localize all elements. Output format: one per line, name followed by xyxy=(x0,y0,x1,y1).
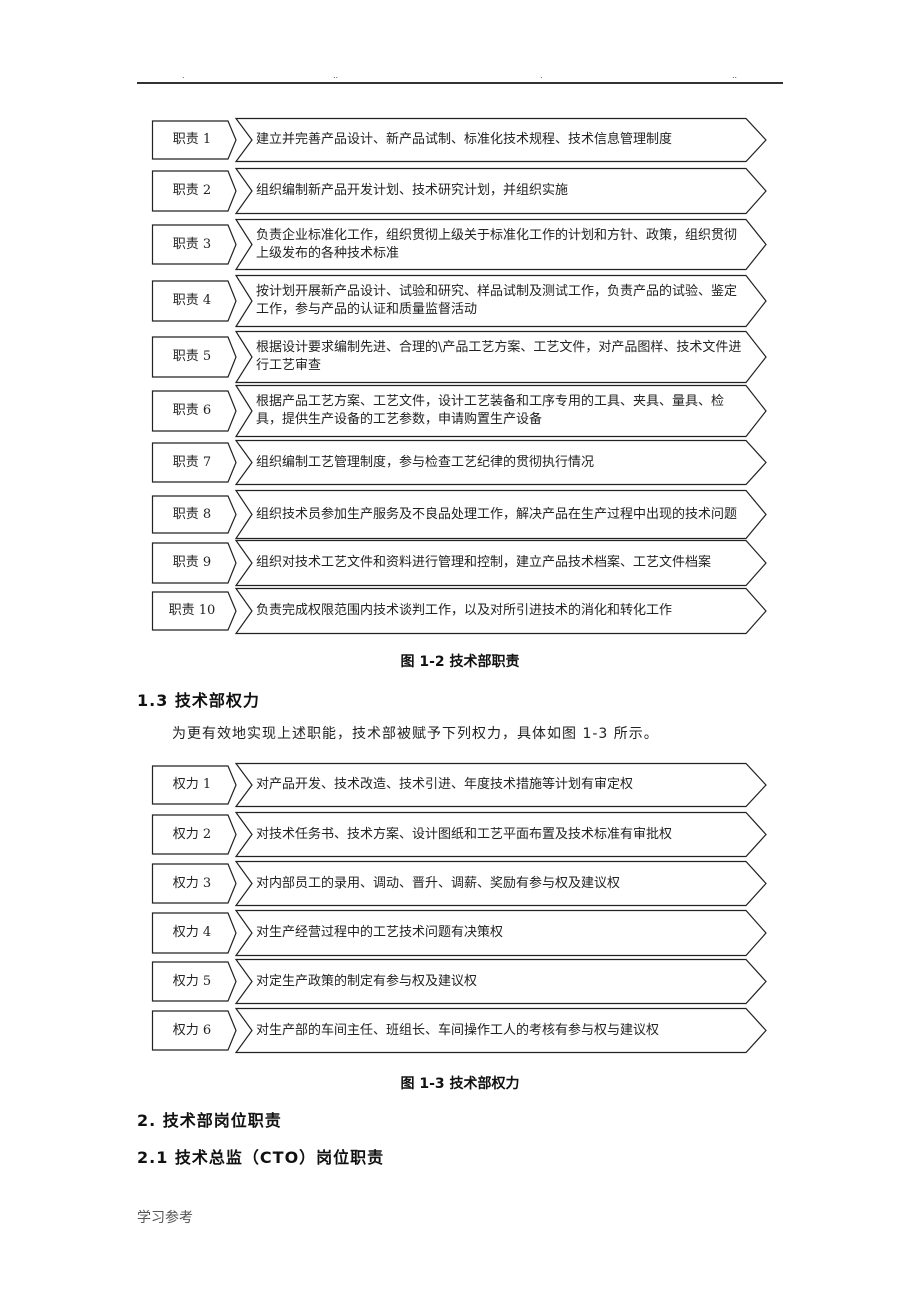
flow-row-label: 职责 4 xyxy=(172,293,212,308)
flow-row-text: 对产品开发、技术改造、技术引进、年度技术措施等计划有审定权 xyxy=(256,777,634,792)
flow-row: 权力 4 对生产经营过程中的工艺技术问题有决策权 xyxy=(151,909,768,957)
flow-row-text: 组织对技术工艺文件和资料进行管理和控制，建立产品技术档案、工艺文件档案 xyxy=(256,555,712,570)
flow-row-text: 负责企业标准化工作，组织贯彻上级关于标准化工作的计划和方针、政策，组织贯彻上级发… xyxy=(256,227,738,261)
flow-row: 职责 10 负责完成权限范围内技术谈判工作，以及对所引进技术的消化和转化工作 xyxy=(151,587,768,635)
flow-row-text: 根据产品工艺方案、工艺文件，设计工艺装备和工序专用的工具、夹具、量具、检具，提供… xyxy=(256,394,725,427)
flow-row-label: 职责 5 xyxy=(172,349,212,364)
flow-row-label: 职责 1 xyxy=(172,132,212,147)
section-2-heading: 2. 技术部岗位职责 xyxy=(137,1111,282,1130)
flow-row: 职责 5 根据设计要求编制先进、合理的\产品工艺方案、工艺文件，对产品图样、技术文… xyxy=(151,330,768,384)
flow-row: 职责 9 组织对技术工艺文件和资料进行管理和控制，建立产品技术档案、工艺文件档案 xyxy=(151,539,768,587)
section-2-1-heading: 2.1 技术总监（CTO）岗位职责 xyxy=(137,1148,385,1167)
header-dot: . xyxy=(540,71,543,80)
flow-row-text: 对生产部的车间主任、班组长、车间操作工人的考核有参与权与建议权 xyxy=(256,1022,660,1038)
flow-row-label: 职责 7 xyxy=(172,455,212,470)
figure-1-3-caption: 图 1-3 技术部权力 xyxy=(400,1076,520,1092)
header-dot: .. xyxy=(333,71,339,80)
flow-row-text: 按计划开展新产品设计、试验和研究、样品试制及测试工作，负责产品的试验、鉴定工作，… xyxy=(256,284,738,317)
flow-row-label: 职责 8 xyxy=(172,507,212,522)
flow-row-label: 权力 1 xyxy=(172,777,212,792)
flow-row: 职责 4 按计划开展新产品设计、试验和研究、样品试制及测试工作，负责产品的试验、鉴… xyxy=(151,274,768,328)
section-1-3-heading: 1.3 技术部权力 xyxy=(137,691,260,710)
flow-row-text: 对技术任务书、技术方案、设计图纸和工艺平面布置及技术标准有审批权 xyxy=(256,826,673,842)
flow-row: 职责 6 根据产品工艺方案、工艺文件，设计工艺装备和工序专用的工具、夹具、量具、检… xyxy=(151,384,768,438)
flow-row-label: 权力 2 xyxy=(172,827,212,842)
flow-row: 职责 8 组织技术员参加生产服务及不良品处理工作，解决产品在生产过程中出现的技术问… xyxy=(151,489,768,540)
footer-text: 学习参考 xyxy=(137,1210,193,1226)
flow-row-text: 组织编制工艺管理制度，参与检查工艺纪律的贯彻执行情况 xyxy=(256,454,595,470)
flow-row-label: 职责 9 xyxy=(172,555,212,570)
flow-row-label: 职责 10 xyxy=(168,603,216,618)
flow-row: 权力 1 对产品开发、技术改造、技术引进、年度技术措施等计划有审定权 xyxy=(151,762,768,808)
flow-row-text: 负责完成权限范围内技术谈判工作，以及对所引进技术的消化和转化工作 xyxy=(256,603,673,618)
flow-row: 权力 2 对技术任务书、技术方案、设计图纸和工艺平面布置及技术标准有审批权 xyxy=(151,811,768,858)
flow-row: 权力 3 对内部员工的录用、调动、晋升、调薪、奖励有参与权及建议权 xyxy=(151,860,768,907)
flow-row-label: 职责 2 xyxy=(172,183,212,198)
flow-row-text: 对生产经营过程中的工艺技术问题有决策权 xyxy=(256,925,504,940)
flow-row: 职责 1 建立并完善产品设计、新产品试制、标准化技术规程、技术信息管理制度 xyxy=(151,117,768,163)
flow-row-text: 组织编制新产品开发计划、技术研究计划，并组织实施 xyxy=(256,183,569,198)
flow-row-label: 职责 3 xyxy=(172,237,212,252)
header-dot: .. xyxy=(732,71,738,80)
flow-row-label: 权力 6 xyxy=(172,1023,212,1038)
flow-row-text: 对内部员工的录用、调动、晋升、调薪、奖励有参与权及建议权 xyxy=(256,875,621,891)
figure-1-2-caption: 图 1-2 技术部职责 xyxy=(400,654,520,670)
flow-row-label: 职责 6 xyxy=(172,403,212,418)
header-dot: . xyxy=(182,71,185,80)
flow-row: 权力 5 对定生产政策的制定有参与权及建议权 xyxy=(151,958,768,1005)
flow-row-label: 权力 4 xyxy=(172,925,212,940)
section-1-3-intro: 为更有效地实现上述职能，技术部被赋予下列权力，具体如图 1-3 所示。 xyxy=(172,726,659,742)
flow-row-label: 权力 3 xyxy=(172,876,212,891)
flow-row: 职责 7 组织编制工艺管理制度，参与检查工艺纪律的贯彻执行情况 xyxy=(151,439,768,486)
flow-row: 权力 6 对生产部的车间主任、班组长、车间操作工人的考核有参与权与建议权 xyxy=(151,1007,768,1054)
flow-row: 职责 2 组织编制新产品开发计划、技术研究计划，并组织实施 xyxy=(151,167,768,215)
flow-row-text: 对定生产政策的制定有参与权及建议权 xyxy=(256,973,478,989)
flow-row-text: 根据设计要求编制先进、合理的\产品工艺方案、工艺文件，对产品图样、技术文件进行工… xyxy=(256,340,742,373)
flow-row-text: 建立并完善产品设计、新产品试制、标准化技术规程、技术信息管理制度 xyxy=(256,132,673,147)
flow-row: 职责 3 负责企业标准化工作，组织贯彻上级关于标准化工作的计划和方针、政策，组织贯… xyxy=(151,218,768,271)
flow-row-label: 权力 5 xyxy=(172,974,212,989)
flow-row-text: 组织技术员参加生产服务及不良品处理工作，解决产品在生产过程中出现的技术问题 xyxy=(256,506,738,522)
header-rule xyxy=(137,82,783,84)
